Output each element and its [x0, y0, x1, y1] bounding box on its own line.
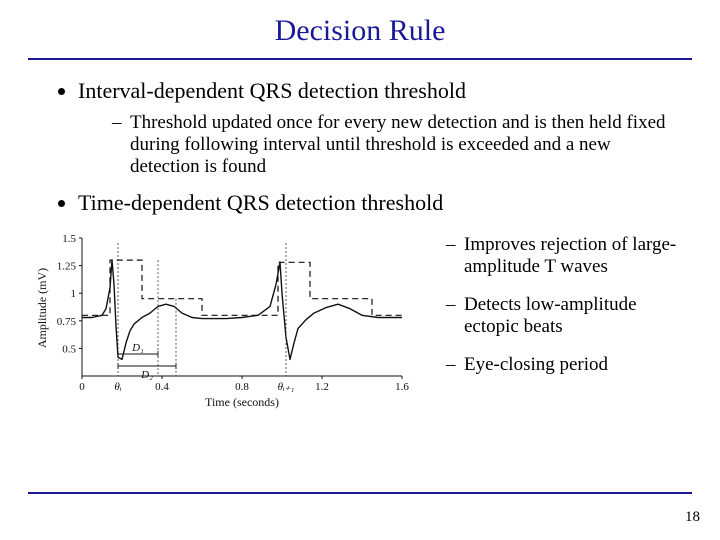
bullet-b-subs: Improves rejection of large-amplitude T …	[436, 234, 690, 376]
d1-label: D₁	[131, 342, 144, 354]
theta-i1-label: θᵢ₊₁	[278, 381, 295, 393]
svg-text:0: 0	[79, 381, 85, 393]
bullet-a-sub1: Threshold updated once for every new det…	[112, 112, 672, 178]
svg-text:0.8: 0.8	[235, 381, 249, 393]
slide: Decision Rule Interval-dependent QRS det…	[0, 0, 720, 540]
bullet-b-sub2-text: Detects low-amplitude ectopic beats	[464, 294, 637, 337]
ecg-line	[82, 260, 402, 359]
page-number: 18	[685, 509, 700, 526]
d2-bracket: D₂	[118, 363, 176, 381]
svg-text:1: 1	[71, 288, 77, 300]
chart-container: 0.5 0.75 1 1.25 1.5 0 0.4 0.8 1.2 1.6 θᵢ θᵢ₊₁	[32, 226, 422, 412]
svg-text:1.5: 1.5	[62, 233, 76, 245]
bullet-b-sub3-text: Eye-closing period	[464, 354, 608, 375]
x-ticks: 0 0.4 0.8 1.2 1.6	[79, 376, 409, 393]
threshold-line	[82, 260, 402, 315]
bullet-b-sub1: Improves rejection of large-amplitude T …	[446, 234, 690, 278]
bullet-b-sub1-text: Improves rejection of large-amplitude T …	[464, 234, 676, 277]
d2-label: D₂	[140, 369, 153, 381]
content-area: Interval-dependent QRS detection thresho…	[0, 60, 720, 216]
svg-text:0.4: 0.4	[155, 381, 169, 393]
bullet-list: Interval-dependent QRS detection thresho…	[48, 78, 672, 216]
y-ticks: 0.5 0.75 1 1.25 1.5	[57, 233, 82, 355]
bullet-a-text: Interval-dependent QRS detection thresho…	[78, 78, 466, 103]
slide-title: Decision Rule	[0, 0, 720, 54]
bullet-a-subs: Threshold updated once for every new det…	[78, 112, 672, 178]
svg-text:0.5: 0.5	[62, 343, 76, 355]
plot-area: 0.5 0.75 1 1.25 1.5 0 0.4 0.8 1.2 1.6 θᵢ θᵢ₊₁	[35, 233, 409, 409]
bullet-b-text: Time-dependent QRS detection threshold	[78, 190, 443, 215]
lower-row: 0.5 0.75 1 1.25 1.5 0 0.4 0.8 1.2 1.6 θᵢ θᵢ₊₁	[0, 226, 720, 412]
svg-text:1.25: 1.25	[57, 261, 77, 273]
svg-text:1.2: 1.2	[315, 381, 329, 393]
ecg-chart: 0.5 0.75 1 1.25 1.5 0 0.4 0.8 1.2 1.6 θᵢ θᵢ₊₁	[32, 226, 422, 412]
svg-text:0.75: 0.75	[57, 316, 77, 328]
x-axis-label: Time (seconds)	[205, 395, 279, 409]
right-bullets: Improves rejection of large-amplitude T …	[422, 226, 720, 392]
y-axis-label: Amplitude (mV)	[35, 268, 49, 348]
svg-text:1.6: 1.6	[395, 381, 409, 393]
bullet-b: Time-dependent QRS detection threshold	[78, 190, 672, 216]
bullet-b-sub3: Eye-closing period	[446, 354, 690, 376]
bullet-b-sub2: Detects low-amplitude ectopic beats	[446, 294, 690, 338]
bullet-a: Interval-dependent QRS detection thresho…	[78, 78, 672, 178]
theta-i-label: θᵢ	[114, 381, 121, 393]
bullet-a-sub1-text: Threshold updated once for every new det…	[130, 112, 666, 177]
footer-rule	[28, 492, 692, 494]
